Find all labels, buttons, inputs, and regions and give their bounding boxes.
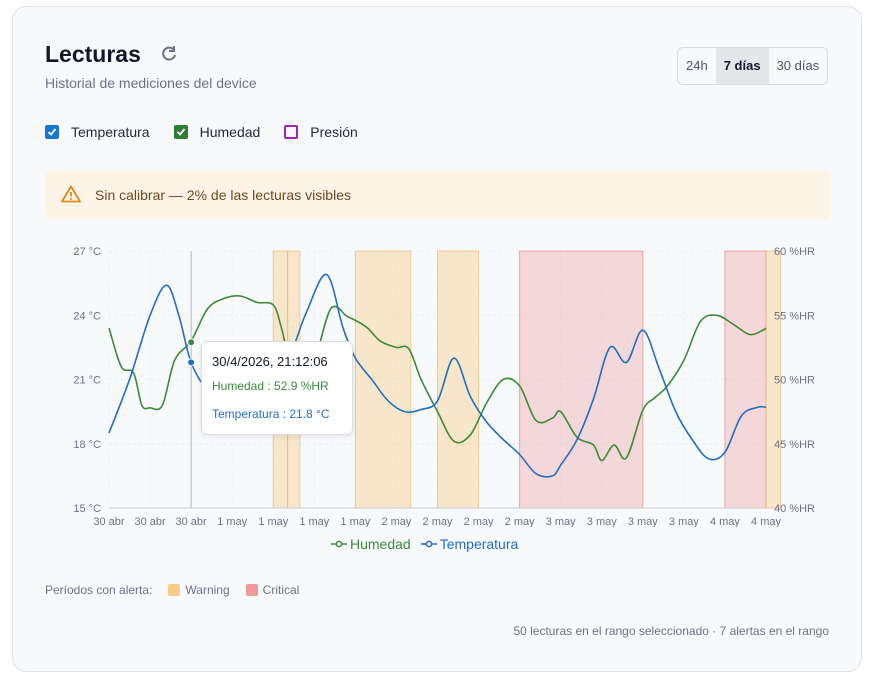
toggle-humidity[interactable]: Humedad [173, 124, 261, 140]
x-tick-label: 4 may [751, 516, 781, 527]
warning-swatch [168, 584, 181, 596]
x-tick-label: 30 abr [134, 516, 166, 527]
legend-temperature-label: Temperatura [439, 536, 519, 552]
range-24h-button[interactable]: 24h [678, 48, 716, 84]
temperature-active-point [187, 358, 196, 367]
alert-band-warning [354, 250, 412, 509]
y-right-tick-label: 50 %HR [774, 375, 815, 387]
checkbox-checked-icon[interactable] [45, 125, 59, 139]
x-tick-label: 1 may [258, 516, 288, 527]
range-30d-button[interactable]: 30 días [769, 48, 828, 84]
x-tick-label: 30 abr [93, 516, 125, 527]
x-tick-label: 2 may [423, 516, 453, 527]
time-range-selector: 24h 7 días 30 días [677, 47, 829, 85]
y-left-tick-label: 15 °C [73, 503, 101, 515]
page-title: Lecturas [45, 41, 141, 67]
series-toggles: Temperatura Humedad Presión [45, 124, 382, 140]
legend-line-marker-icon [331, 540, 347, 548]
x-tick-label: 2 may [381, 516, 411, 527]
y-left-tick-label: 27 °C [73, 246, 101, 258]
toggle-pressure-label: Presión [310, 124, 358, 140]
tooltip-humidity: Humedad : 52.9 %HR [212, 379, 329, 393]
humidity-active-point [187, 338, 196, 347]
x-tick-label: 3 may [669, 516, 699, 527]
toggle-temperature-label: Temperatura [71, 124, 150, 140]
x-tick-label: 1 may [299, 516, 329, 527]
readings-summary: 50 lecturas en el rango seleccionado · 7… [513, 624, 829, 638]
checkbox-checked-icon[interactable] [173, 125, 188, 139]
legend-humidity-label: Humedad [350, 536, 411, 552]
banner-text: Sin calibrar — 2% de las lecturas visibl… [95, 187, 351, 203]
legend-temperature[interactable]: Temperatura [420, 536, 519, 552]
readings-card: Lecturas Historial de mediciones del dev… [12, 6, 862, 672]
critical-swatch [245, 584, 258, 596]
legend-line-marker-icon [420, 540, 437, 548]
y-right-tick-label: 40 %HR [774, 503, 815, 515]
alert-band-warning [437, 250, 480, 509]
calibration-warning-banner: Sin calibrar — 2% de las lecturas visibl… [45, 171, 831, 219]
checkbox-unchecked-icon[interactable] [284, 125, 299, 139]
readings-line-chart[interactable]: 27 °C 24 °C 21 °C 18 °C 15 °C 60 %HR 55 %HR 50 … [43, 237, 833, 527]
x-tick-label: 30 abr [176, 516, 208, 527]
x-tick-label: 3 may [587, 516, 617, 527]
range-7d-button[interactable]: 7 días [715, 48, 769, 84]
toggle-pressure[interactable]: Presión [284, 124, 358, 140]
x-tick-label: 1 may [217, 516, 247, 527]
x-tick-label: 4 may [710, 516, 740, 527]
chart-legend: Humedad Temperatura [331, 536, 528, 552]
y-right-tick-label: 60 %HR [774, 246, 815, 258]
alert-band-critical [724, 250, 767, 509]
tooltip-date: 30/4/2026, 21:12:06 [212, 354, 328, 369]
legend-humidity[interactable]: Humedad [331, 536, 411, 552]
y-right-tick-label: 55 %HR [774, 310, 815, 322]
refresh-icon[interactable] [159, 44, 179, 64]
x-tick-label: 2 may [464, 516, 494, 527]
x-tick-label: 3 may [628, 516, 658, 527]
page-subtitle: Historial de mediciones del device [45, 75, 257, 91]
alert-periods-legend: Períodos con alerta: Warning Critical [45, 583, 299, 597]
y-right-tick-label: 45 %HR [774, 439, 815, 451]
toggle-humidity-label: Humedad [199, 124, 261, 140]
alert-periods-label: Períodos con alerta: [45, 583, 153, 597]
y-left-tick-label: 24 °C [73, 310, 101, 322]
toggle-temperature[interactable]: Temperatura [45, 124, 150, 140]
chart-tooltip: 30/4/2026, 21:12:06 Humedad : 52.9 %HR T… [201, 341, 353, 435]
alert-band-critical [519, 250, 644, 509]
warning-triangle-icon [61, 185, 81, 203]
x-tick-label: 1 may [340, 516, 370, 527]
y-left-tick-label: 18 °C [73, 439, 101, 451]
warning-label: Warning [185, 583, 230, 597]
critical-label: Critical [262, 583, 300, 597]
y-left-tick-label: 21 °C [73, 375, 101, 387]
tooltip-temperature: Temperatura : 21.8 °C [212, 407, 330, 421]
x-tick-label: 2 may [505, 516, 535, 527]
x-tick-label: 3 may [546, 516, 576, 527]
